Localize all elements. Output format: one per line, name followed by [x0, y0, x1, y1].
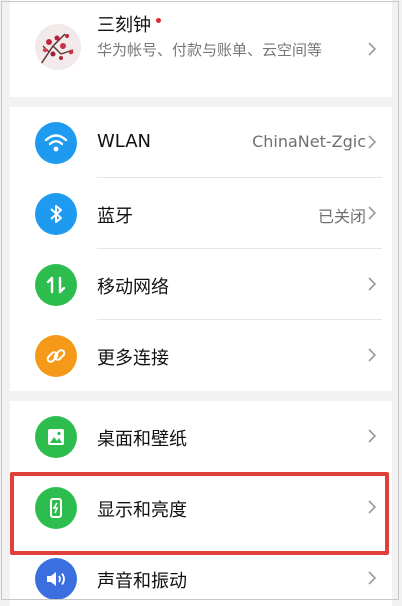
- display-icon: [35, 487, 77, 529]
- profile-name-wrap: 三刻钟: [97, 11, 161, 37]
- profile-description: 华为帐号、付款与账单、云空间等: [97, 41, 323, 59]
- more-connections-label: 更多连接: [97, 348, 169, 369]
- settings-row-sound[interactable]: 声音和振动: [10, 543, 392, 606]
- mobile-network-icon: [35, 264, 77, 306]
- settings-row-display[interactable]: 显示和亮度: [10, 472, 392, 543]
- chevron-right-icon: [368, 429, 377, 443]
- settings-row-wlan[interactable]: WLAN ChinaNet-Zgic: [10, 107, 392, 178]
- chevron-right-icon: [368, 135, 377, 149]
- display-group: 桌面和壁纸 显示和亮度 声音和振动: [10, 401, 392, 606]
- profile-card[interactable]: 三刻钟 华为帐号、付款与账单、云空间等: [10, 0, 392, 97]
- settings-row-mobile-network[interactable]: 移动网络: [10, 249, 392, 320]
- profile-name: 三刻钟: [97, 15, 151, 36]
- chevron-right-icon: [368, 500, 377, 514]
- display-label: 显示和亮度: [97, 500, 187, 521]
- wlan-value: ChinaNet-Zgic: [252, 132, 366, 151]
- bluetooth-label: 蓝牙: [97, 206, 133, 227]
- bluetooth-value: 已关闭: [317, 207, 366, 226]
- bluetooth-icon: [35, 193, 77, 235]
- mobile-network-label: 移动网络: [97, 277, 169, 298]
- wifi-icon: [35, 122, 77, 164]
- chevron-right-icon: [368, 348, 377, 362]
- settings-row-bluetooth[interactable]: 蓝牙 已关闭: [10, 178, 392, 249]
- wlan-label: WLAN: [97, 131, 152, 152]
- chevron-right-icon: [368, 277, 377, 291]
- sound-icon: [35, 558, 77, 600]
- settings-row-wallpaper[interactable]: 桌面和壁纸: [10, 401, 392, 472]
- chevron-right-icon: [368, 206, 377, 220]
- connectivity-group: WLAN ChinaNet-Zgic 蓝牙 已关闭 移动网络 更多连接: [10, 107, 392, 391]
- chevron-right-icon: [368, 571, 377, 585]
- avatar-image: [35, 24, 81, 70]
- avatar[interactable]: [35, 24, 81, 70]
- wallpaper-label: 桌面和壁纸: [97, 429, 187, 450]
- settings-row-more-connections[interactable]: 更多连接: [10, 320, 392, 391]
- notification-dot: [156, 18, 161, 23]
- link-icon: [35, 335, 77, 377]
- wallpaper-icon: [35, 416, 77, 458]
- sound-label: 声音和振动: [97, 571, 187, 592]
- chevron-right-icon: [368, 42, 377, 56]
